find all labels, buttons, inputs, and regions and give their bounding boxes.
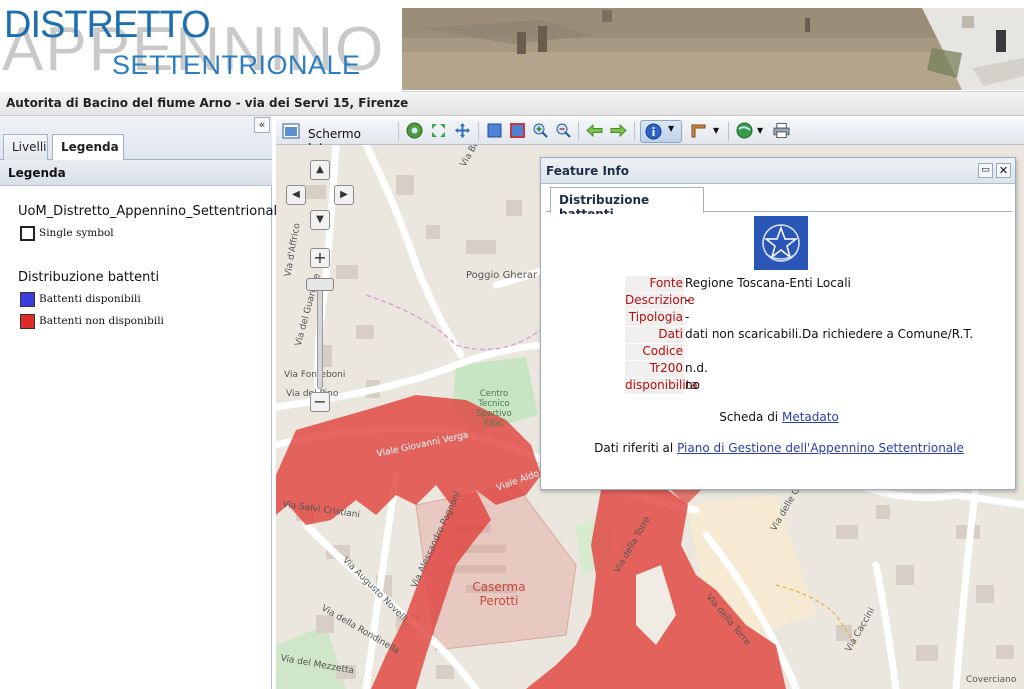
chevron-down-icon[interactable]: ▼ [757,126,763,135]
print-icon[interactable] [773,122,790,139]
zoom-box-out-icon[interactable] [509,122,526,139]
pan-left-button[interactable]: ◀ [286,185,306,205]
legend-body: UoM_Distretto_Appennino_Settentrionale S… [0,188,285,688]
zoom-slider-track[interactable] [317,279,323,389]
map-label: Centro Tecnico Sportivo FIGC [476,389,512,429]
zoom-extent-icon[interactable] [430,122,447,139]
layers-globe-icon[interactable] [736,122,753,139]
banner: APPENNINO DISTRETTO SETTENTRIONALE [0,0,1024,92]
feature-info-tabstrip: Distribuzione battenti [546,186,1012,221]
legend-item-label: Battenti disponibili [39,293,141,305]
authority-bar: Autorita di Bacino del fiume Arno - via … [0,92,1024,116]
attribute-key: Dati [625,327,684,343]
logo-line-settentrionale: SETTENTRIONALE [112,50,361,80]
zoom-in-icon[interactable] [532,122,549,139]
chevron-down-icon: ▼ [668,124,675,133]
feature-info-window: Feature Info ▭ ✕ Distribuzione battenti … [540,157,1016,490]
map-label: Coverciano [966,675,1017,685]
attribute-value: no [685,378,700,392]
attribute-value: Regione Toscana-Enti Locali [685,276,851,290]
feature-info-title: Feature Info [546,164,629,178]
legend-header: Legenda [0,160,272,186]
feature-info-header[interactable]: Feature Info ▭ ✕ [541,158,1015,184]
authority-title: Autorita di Bacino del fiume Arno - via … [6,96,409,110]
metadata-link[interactable]: Metadato [782,410,839,424]
measure-icon[interactable] [690,122,707,139]
tab-livelli[interactable]: Livelli [3,134,48,160]
legend-swatch [20,226,35,241]
full-extent-button[interactable]: Schermo Intero [280,122,392,155]
app-window: APPENNINO DISTRETTO SETTENTRIONALE Autor… [0,0,1024,689]
previous-extent-icon[interactable] [586,122,603,139]
logo-line-distretto: DISTRETTO [4,4,211,46]
next-extent-icon[interactable] [610,122,627,139]
metadata-line: Scheda di Metadato [546,410,1012,424]
collapse-panel-icon[interactable]: « [254,117,270,133]
attribute-key: Tr200 [625,361,684,377]
management-plan-link[interactable]: Piano di Gestione dell'Appennino Settent… [677,441,964,455]
flood-photo [402,8,1024,90]
legend-swatch [20,292,35,307]
zoom-box-in-icon[interactable] [486,122,503,139]
map-label: Caserma Perotti [472,580,526,608]
attribute-key: Descrizione [625,293,695,309]
data-reference-line: Dati riferiti al Piano di Gestione dell'… [546,441,1012,455]
attribute-value: - [685,310,690,324]
legend-item-label: Single symbol [39,227,114,239]
attribute-key: Tipologia [625,310,684,326]
pan-up-button[interactable]: ▲ [310,160,330,180]
full-extent-icon [282,123,300,139]
attribute-value: dati non scaricabili.Da richiedere a Com… [685,327,974,341]
pin-icon[interactable]: ▭ [978,163,993,178]
zoom-slider-handle[interactable] [306,278,334,291]
metadata-prefix: Scheda di [719,410,779,424]
legend-swatch [20,314,35,329]
identify-button[interactable]: ▼ [640,120,682,143]
tab-legenda[interactable]: Legenda [52,134,124,161]
attribute-key: Fonte [625,276,684,292]
attribute-value: - [685,293,690,307]
legend-item-label: Battenti non disponibili [39,315,164,327]
globe-zoom-icon[interactable] [406,122,423,139]
pan-down-button[interactable]: ▼ [310,210,330,230]
italian-emblem-icon [754,216,808,270]
zoom-out-icon[interactable] [555,122,572,139]
legend-group-title: Distribuzione battenti [18,270,160,285]
zoom-out-button[interactable]: − [310,392,330,412]
attribute-value: n.d. [685,361,708,375]
chevron-down-icon[interactable]: ▼ [713,126,719,135]
map-label: Via Fonteboni [284,370,346,380]
tab-distribuzione-battenti[interactable]: Distribuzione battenti [550,187,704,221]
data-reference-prefix: Dati riferiti al [594,441,674,455]
toolbar-separator [578,122,579,141]
close-icon[interactable]: ✕ [996,163,1011,178]
pan-right-button[interactable]: ▶ [334,185,354,205]
toolbar-separator [728,122,729,141]
attribute-key: Codice [625,344,684,360]
left-tab-strip: « Livelli Legenda [0,116,272,161]
toolbar-separator [478,122,479,141]
attribute-key: disponibilita [625,378,698,394]
map-toolbar: Schermo Intero ▼ ▼ ▼ [276,118,1024,155]
left-panel: « Livelli Legenda Legenda UoM_Distretto_… [0,116,285,689]
district-logo: APPENNINO DISTRETTO SETTENTRIONALE [0,0,402,92]
identify-info-icon [645,123,662,140]
pan-icon[interactable] [454,122,471,139]
legend-group-title: UoM_Distretto_Appennino_Settentrionale [18,204,286,219]
feature-info-body: Fonte Regione Toscana-Enti Locali Descri… [546,214,1012,484]
toolbar-separator [634,122,635,141]
map-label: Poggio Gherar [466,270,538,281]
toolbar-separator [398,122,399,141]
zoom-in-button[interactable]: + [310,248,330,268]
